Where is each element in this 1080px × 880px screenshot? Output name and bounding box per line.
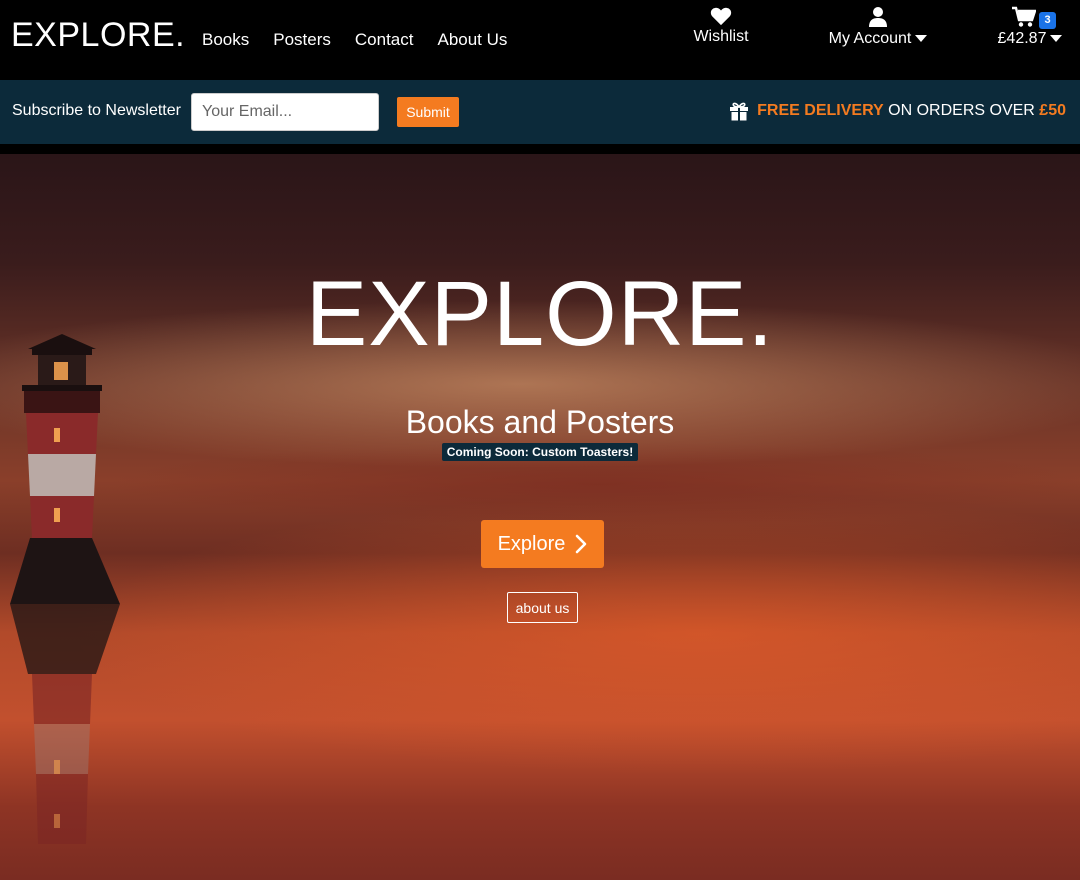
nav-link-contact[interactable]: Contact — [355, 30, 414, 50]
caret-down-icon — [915, 35, 928, 43]
submit-button[interactable]: Submit — [397, 97, 459, 127]
free-delivery-banner: FREE DELIVERY ON ORDERS OVER £50 — [729, 101, 1066, 121]
caret-down-icon — [1050, 35, 1063, 43]
newsletter-bar: Subscribe to Newsletter Submit FREE DELI… — [0, 80, 1080, 144]
chevron-right-icon — [576, 534, 587, 554]
user-icon — [869, 7, 887, 27]
about-us-button[interactable]: about us — [507, 592, 578, 623]
coming-soon-badge: Coming Soon: Custom Toasters! — [441, 443, 639, 461]
cart-total: £42.87 — [997, 30, 1047, 47]
free-delivery-highlight: FREE DELIVERY — [757, 102, 884, 119]
main-nav: Books Posters Contact About Us — [202, 30, 507, 50]
gift-icon — [730, 102, 749, 121]
free-delivery-text: ON ORDERS OVER — [888, 102, 1035, 119]
cart-link[interactable]: 3 £42.87 — [990, 6, 1070, 48]
nav-link-about-us[interactable]: About Us — [437, 30, 507, 50]
my-account-label: My Account — [828, 30, 912, 47]
site-logo[interactable]: EXPLORE. — [11, 16, 185, 55]
nav-link-posters[interactable]: Posters — [273, 30, 331, 50]
cart-icon — [1012, 6, 1036, 27]
wishlist-link[interactable]: Wishlist — [680, 6, 762, 46]
wishlist-label: Wishlist — [693, 28, 749, 45]
hero-section: EXPLORE. Books and Posters Coming Soon: … — [0, 154, 1080, 880]
cart-count-badge: 3 — [1039, 12, 1056, 29]
free-delivery-amount: £50 — [1039, 102, 1066, 119]
hero-title: EXPLORE. — [305, 263, 775, 365]
my-account-dropdown[interactable]: My Account — [818, 6, 938, 48]
hero-subtitle: Books and Posters — [405, 404, 675, 440]
heart-icon — [710, 7, 732, 26]
explore-button[interactable]: Explore — [481, 520, 604, 568]
header-divider — [0, 144, 1080, 154]
top-navbar: EXPLORE. Books Posters Contact About Us … — [0, 0, 1080, 80]
nav-link-books[interactable]: Books — [202, 30, 249, 50]
explore-button-label: Explore — [497, 532, 566, 555]
newsletter-label: Subscribe to Newsletter — [12, 102, 181, 119]
email-input[interactable] — [191, 93, 379, 131]
